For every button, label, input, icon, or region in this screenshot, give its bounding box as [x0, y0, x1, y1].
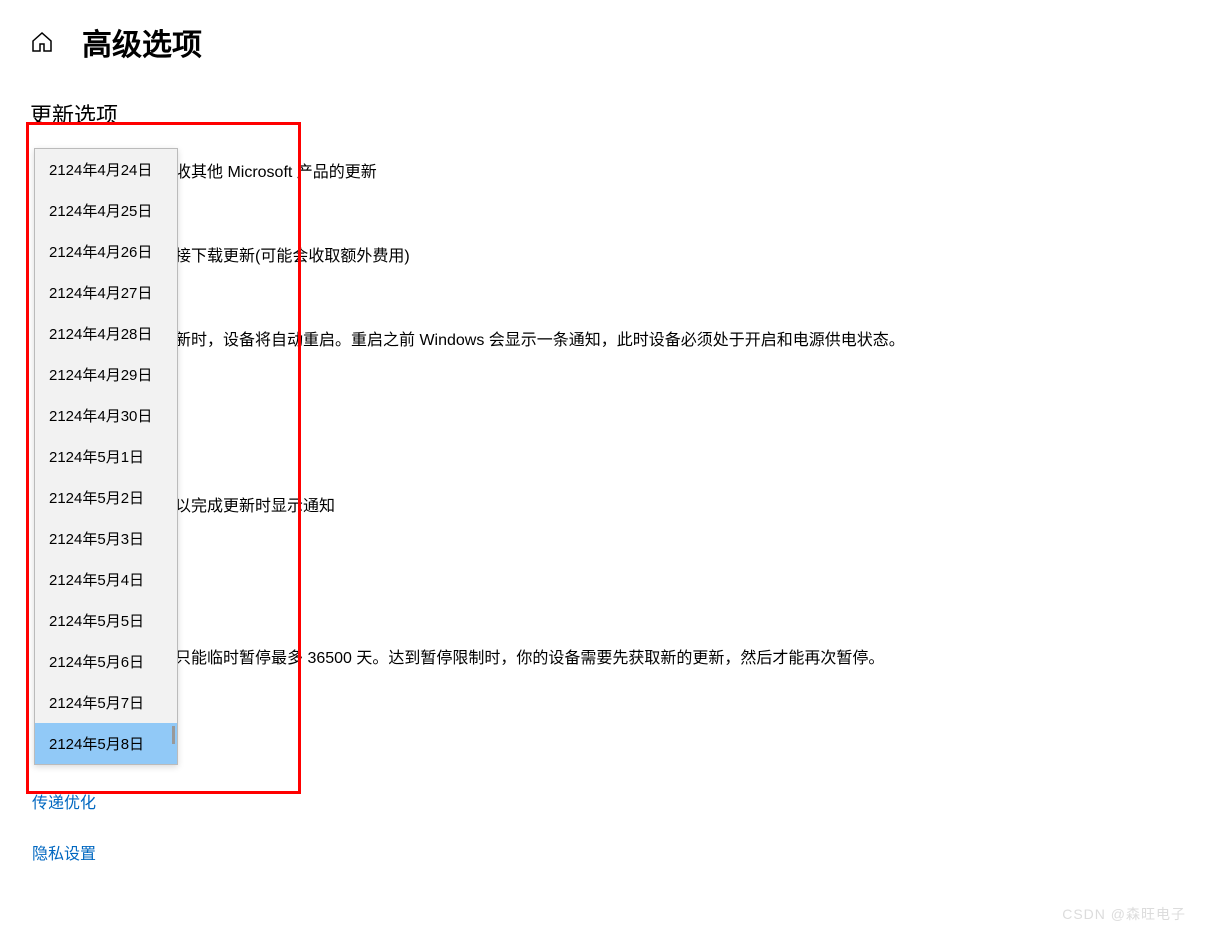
dropdown-date-item[interactable]: 2124年4月27日 — [35, 272, 177, 313]
dropdown-date-item[interactable]: 2124年5月8日 — [35, 723, 177, 764]
watermark-text: CSDN @森旺电子 — [1062, 904, 1186, 924]
dropdown-date-item[interactable]: 2124年5月5日 — [35, 600, 177, 641]
auto-restart-text: 新时，设备将自动重启。重启之前 Windows 会显示一条通知，此时设备必须处于… — [175, 326, 905, 350]
dropdown-date-item[interactable]: 2124年5月4日 — [35, 559, 177, 600]
dropdown-date-item[interactable]: 2124年5月2日 — [35, 477, 177, 518]
dropdown-date-item[interactable]: 2124年4月29日 — [35, 354, 177, 395]
receive-other-products-text: 收其他 Microsoft 产品的更新 — [175, 158, 377, 182]
dropdown-date-item[interactable]: 2124年4月28日 — [35, 313, 177, 354]
pause-updates-text: 只能临时暂停最多 36500 天。达到暂停限制时，你的设备需要先获取新的更新，然… — [175, 644, 884, 668]
scrollbar-thumb[interactable] — [172, 726, 175, 744]
dropdown-date-item[interactable]: 2124年4月25日 — [35, 190, 177, 231]
dropdown-date-item[interactable]: 2124年4月30日 — [35, 395, 177, 436]
restart-notify-text: 以完成更新时显示通知 — [175, 492, 335, 516]
dropdown-date-item[interactable]: 2124年5月7日 — [35, 682, 177, 723]
delivery-optimization-link[interactable]: 传递优化 — [32, 789, 96, 813]
dropdown-date-item[interactable]: 2124年4月24日 — [35, 149, 177, 190]
dropdown-date-item[interactable]: 2124年5月1日 — [35, 436, 177, 477]
page-title: 高级选项 — [82, 20, 202, 64]
pause-date-dropdown[interactable]: 2124年4月24日2124年4月25日2124年4月26日2124年4月27日… — [34, 148, 178, 765]
dropdown-date-item[interactable]: 2124年5月6日 — [35, 641, 177, 682]
dropdown-date-item[interactable]: 2124年4月26日 — [35, 231, 177, 272]
metered-connection-text: 接下载更新(可能会收取额外费用) — [175, 242, 410, 266]
dropdown-date-item[interactable]: 2124年5月3日 — [35, 518, 177, 559]
privacy-settings-link[interactable]: 隐私设置 — [32, 840, 96, 864]
home-icon[interactable] — [30, 30, 54, 54]
update-options-heading: 更新选项 — [30, 98, 118, 130]
